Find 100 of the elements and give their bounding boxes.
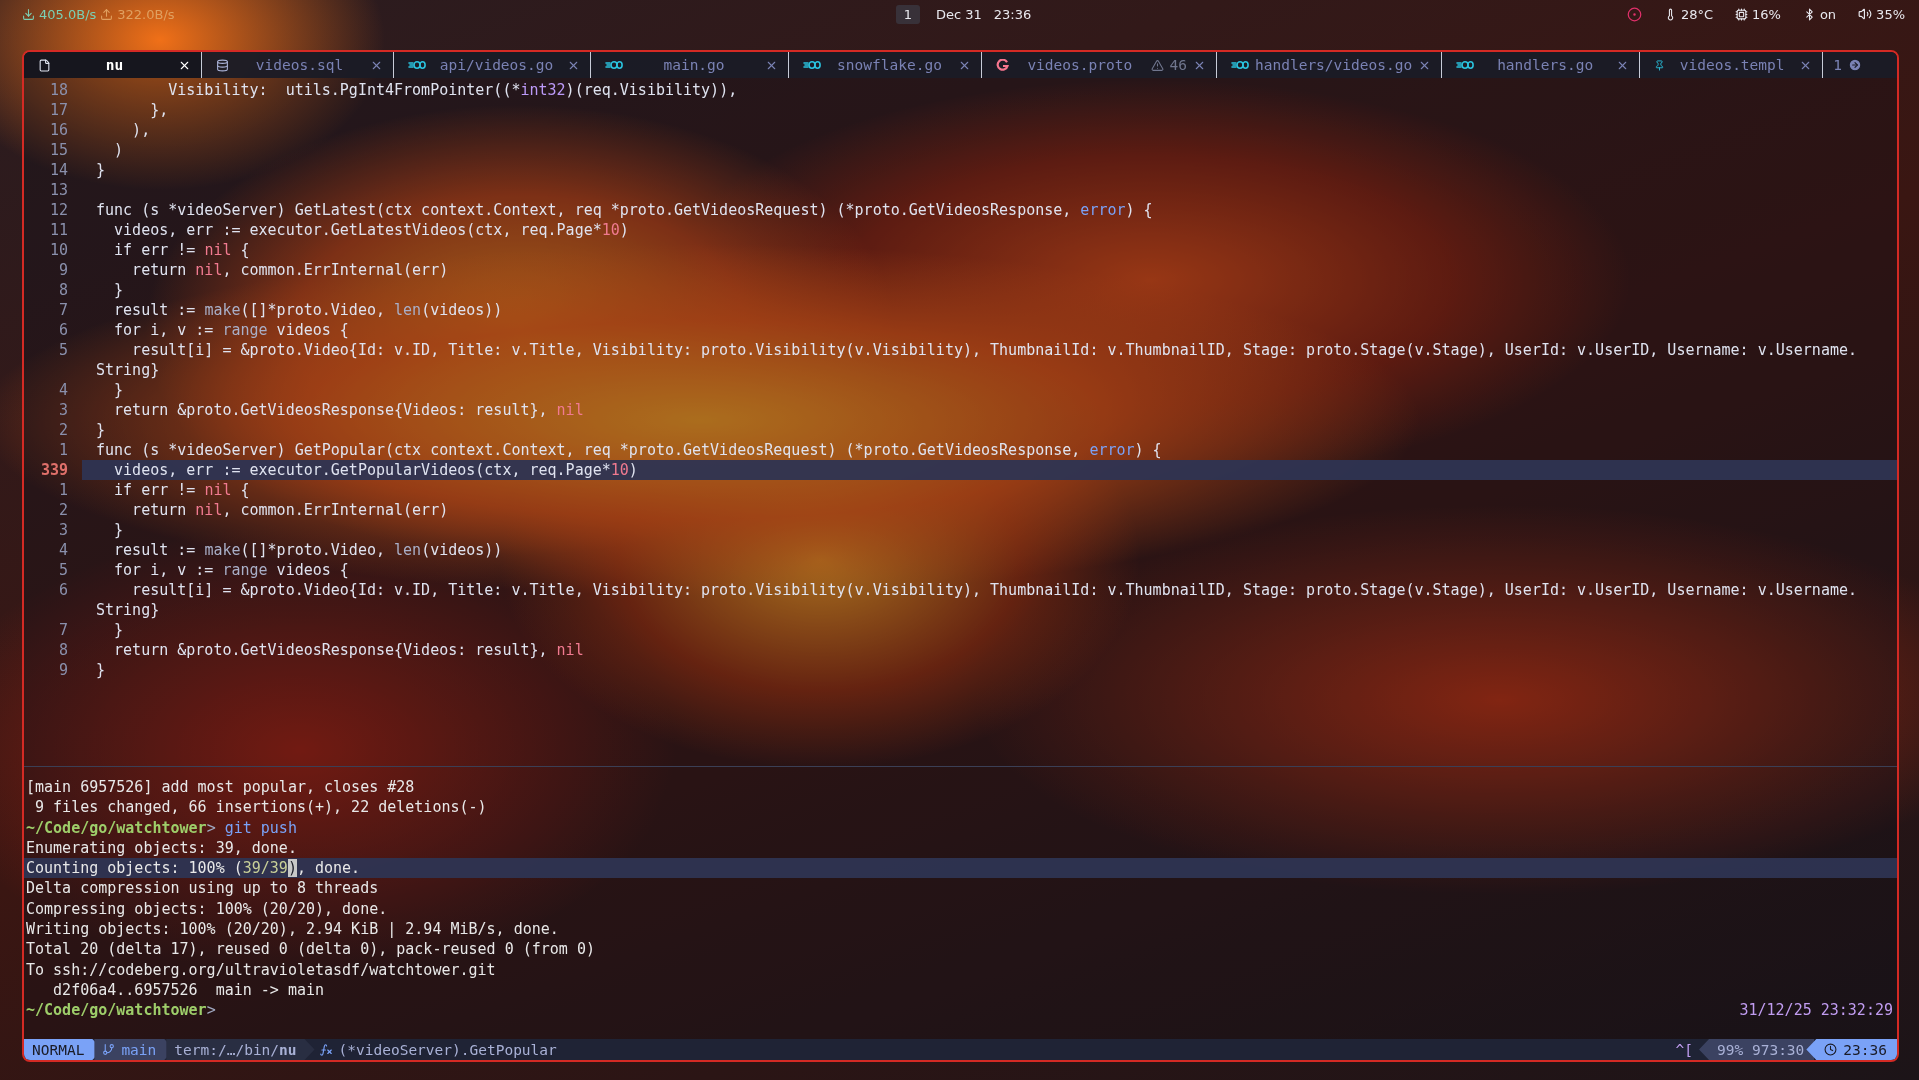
line-number: 3 <box>57 400 69 420</box>
line-number: 5 <box>57 340 69 360</box>
speed-lines-icon <box>408 60 426 70</box>
code-line: String} <box>95 360 160 380</box>
line-number: 14 <box>48 160 69 180</box>
line-number: 8 <box>57 640 69 660</box>
volume-icon[interactable] <box>1858 7 1873 21</box>
cpu-text: 16% <box>1752 6 1781 22</box>
clock-icon <box>1824 1043 1838 1056</box>
function-icon <box>318 1042 333 1057</box>
tab-overflow-count: 1 <box>1833 57 1842 73</box>
line-number: 12 <box>48 200 69 220</box>
line-number: 1 <box>57 440 69 460</box>
code-line: ), <box>131 120 152 140</box>
line-number: 5 <box>57 560 69 580</box>
file-tab[interactable]: api/videos.go <box>394 52 591 78</box>
line-number: 11 <box>48 220 69 240</box>
terminal-line: ~/Code/go/watchtower> <box>25 1000 217 1021</box>
line-number: 8 <box>57 280 69 300</box>
speed-lines-icon <box>1456 60 1475 70</box>
code-line: return nil, common.ErrInternal(err) <box>131 260 450 280</box>
code-line: return &proto.GetVideosResponse{Videos: result}, nil <box>113 640 585 660</box>
file-tab[interactable]: handlers.go <box>1442 52 1641 78</box>
line-number: 2 <box>57 500 69 520</box>
line-number: 339 <box>39 460 69 480</box>
warning-icon <box>1150 58 1164 72</box>
file-tab[interactable]: videos.templ <box>1640 52 1824 78</box>
cursor-position: 99% 973:30 <box>1699 1039 1815 1060</box>
line-number: 4 <box>57 540 69 560</box>
download-rate: 405.0B/s <box>39 6 97 22</box>
file-tab[interactable]: main.go <box>591 52 789 78</box>
function-name: (*videoServer).GetPopular <box>338 1041 557 1058</box>
code-line: String} <box>95 600 160 620</box>
code-line: } <box>113 520 125 540</box>
line-number: 1 <box>57 480 69 500</box>
code-line: return &proto.GetVideosResponse{Videos: result}, nil <box>113 400 585 420</box>
terminal-line: To ssh://codeberg.org/ultravioletasdf/watchtower.git <box>25 959 497 980</box>
upload-icon <box>100 7 114 21</box>
workspace-button[interactable]: 1 <box>895 4 920 24</box>
file-icon <box>38 58 51 72</box>
code-line: }, <box>149 100 170 120</box>
line-number: 9 <box>57 660 69 680</box>
code-line: if err != nil { <box>113 480 251 500</box>
code-line: result := make([]*proto.Video, len(videos)) <box>113 300 504 320</box>
terminal-line: d2f06a4..6957526 main -> main <box>52 979 325 1001</box>
warning-count: 46 <box>1169 57 1187 73</box>
line-number: 10 <box>48 240 69 260</box>
code-line: Visibility: utils.PgInt4FromPointer((*int32)(req.Visibility)), <box>167 80 739 100</box>
record-icon[interactable] <box>1626 6 1642 22</box>
status-clock: 23:36 <box>1806 1039 1897 1060</box>
arrow-right-icon[interactable] <box>1847 58 1862 72</box>
code-line: } <box>95 420 107 440</box>
temperature-text: 28°C <box>1680 6 1713 22</box>
line-number: 16 <box>48 120 69 140</box>
terminal-line: Writing objects: 100% (20/20), 2.94 KiB | 2.94 MiB/s, done. <box>25 919 560 940</box>
speed-lines-icon <box>1231 60 1249 70</box>
speed-lines-icon <box>803 60 821 70</box>
terminal-line: ~/Code/go/watchtower> git push <box>25 817 298 838</box>
line-number: 9 <box>57 260 69 280</box>
line-number: 15 <box>48 140 69 160</box>
cpu-icon <box>1735 7 1748 21</box>
volume-text: 35% <box>1876 6 1905 22</box>
line-number: 17 <box>48 100 69 120</box>
code-line: return nil, common.ErrInternal(err) <box>131 500 450 520</box>
code-line: result[i] = &proto.Video{Id: v.ID, Title: v.Title, Visibility: proto.Visibility(v.Visibility), ThumbnailId: v.ThumbnailID, Stage: proto.Stage(v.Stage), UserId: v.UserID, Username: v.Username. <box>131 580 1858 600</box>
date-text: Dec 31 <box>936 6 982 22</box>
line-number: 6 <box>57 320 69 340</box>
code-line: result := make([]*proto.Video, len(videos)) <box>113 540 504 560</box>
line-number: 4 <box>57 380 69 400</box>
pin-icon <box>1654 59 1666 71</box>
code-line: ) <box>113 140 125 160</box>
arc-icon <box>996 58 1009 72</box>
terminal-line: Enumerating objects: 39, done. <box>25 837 298 859</box>
line-number: 3 <box>57 520 69 540</box>
file-tab[interactable]: videos.proto 46 <box>982 52 1217 78</box>
code-line: func (s *videoServer) GetPopular(ctx context.Context, req *proto.GetVideosRequest) (*proto.GetVideosResponse, error) { <box>95 440 1163 460</box>
terminal-line: Compressing objects: 100% (20/20), done. <box>25 898 389 920</box>
code-line: videos, err := executor.GetLatestVideos(ctx, req.Page*10) <box>113 220 630 240</box>
code-line: for i, v := range videos { <box>113 320 350 340</box>
file-tab[interactable]: videos.sql <box>202 52 394 78</box>
code-line: } <box>95 160 107 180</box>
upload-rate: 322.0B/s <box>117 6 175 22</box>
file-tab[interactable]: snowflake.go <box>789 52 982 78</box>
branch-icon <box>102 1043 116 1056</box>
line-number: 7 <box>57 300 69 320</box>
terminal-line: [main 6957526] add most popular, closes #28 <box>25 777 416 798</box>
code-line: } <box>113 380 125 400</box>
terminal-line: Total 20 (delta 17), reused 0 (delta 0), pack-reused 0 (from 0) <box>25 939 596 960</box>
code-line: } <box>95 660 107 680</box>
file-tab[interactable]: nu <box>24 52 202 78</box>
timestamp: 31/12/25 23:32:29 <box>1739 1000 1894 1021</box>
terminal-line: 9 files changed, 66 insertions(+), 22 deletions(-) <box>34 797 488 818</box>
line-number: 2 <box>57 420 69 440</box>
code-line: } <box>113 620 125 640</box>
database-icon <box>216 58 229 72</box>
terminal-path: term:/…/bin/nu <box>166 1039 315 1060</box>
file-tab[interactable]: handlers/videos.go <box>1217 52 1443 78</box>
code-line: for i, v := range videos { <box>113 560 350 580</box>
line-number: 6 <box>57 580 69 600</box>
speed-lines-icon <box>605 60 623 70</box>
